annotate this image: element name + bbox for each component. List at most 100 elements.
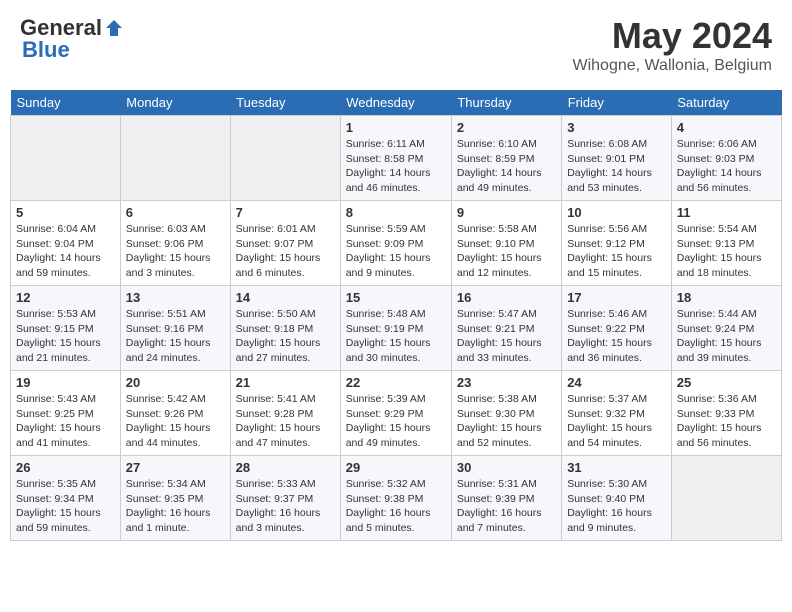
day-number: 30 (457, 460, 556, 475)
calendar-cell: 31Sunrise: 5:30 AM Sunset: 9:40 PM Dayli… (562, 456, 672, 541)
day-info: Sunrise: 5:59 AM Sunset: 9:09 PM Dayligh… (346, 222, 446, 281)
calendar-cell (11, 116, 121, 201)
day-number: 6 (126, 205, 225, 220)
day-info: Sunrise: 5:48 AM Sunset: 9:19 PM Dayligh… (346, 307, 446, 366)
day-info: Sunrise: 5:56 AM Sunset: 9:12 PM Dayligh… (567, 222, 666, 281)
day-info: Sunrise: 5:38 AM Sunset: 9:30 PM Dayligh… (457, 392, 556, 451)
calendar-header-monday: Monday (120, 90, 230, 116)
calendar-cell: 2Sunrise: 6:10 AM Sunset: 8:59 PM Daylig… (451, 116, 561, 201)
day-number: 1 (346, 120, 446, 135)
day-number: 21 (236, 375, 335, 390)
calendar-header-saturday: Saturday (671, 90, 781, 116)
day-number: 23 (457, 375, 556, 390)
day-info: Sunrise: 5:46 AM Sunset: 9:22 PM Dayligh… (567, 307, 666, 366)
day-number: 7 (236, 205, 335, 220)
logo-blue-text: Blue (22, 37, 70, 63)
day-number: 15 (346, 290, 446, 305)
day-info: Sunrise: 5:35 AM Sunset: 9:34 PM Dayligh… (16, 477, 115, 536)
day-info: Sunrise: 5:36 AM Sunset: 9:33 PM Dayligh… (677, 392, 776, 451)
calendar-cell: 15 Sunrise: 5:48 AM Sunset: 9:19 PM Dayli… (340, 286, 451, 371)
day-number: 17 (567, 290, 666, 305)
day-number: 13 (126, 290, 225, 305)
month-title: May 2024 (573, 15, 773, 57)
calendar-cell: 8Sunrise: 5:59 AM Sunset: 9:09 PM Daylig… (340, 201, 451, 286)
calendar-cell: 22Sunrise: 5:39 AM Sunset: 9:29 PM Dayli… (340, 371, 451, 456)
calendar-cell: 17 Sunrise: 5:46 AM Sunset: 9:22 PM Dayli… (562, 286, 672, 371)
day-info: Sunrise: 6:04 AM Sunset: 9:04 PM Dayligh… (16, 222, 115, 281)
calendar-cell: 11 Sunrise: 5:54 AM Sunset: 9:13 PM Dayli… (671, 201, 781, 286)
day-number: 29 (346, 460, 446, 475)
calendar-cell: 19 Sunrise: 5:43 AM Sunset: 9:25 PM Dayli… (11, 371, 121, 456)
calendar-cell: 28Sunrise: 5:33 AM Sunset: 9:37 PM Dayli… (230, 456, 340, 541)
calendar-cell: 6Sunrise: 6:03 AM Sunset: 9:06 PM Daylig… (120, 201, 230, 286)
header: General Blue May 2024 Wihogne, Wallonia,… (10, 10, 782, 80)
day-number: 14 (236, 290, 335, 305)
day-number: 4 (677, 120, 776, 135)
calendar-cell: 5 Sunrise: 6:04 AM Sunset: 9:04 PM Daylig… (11, 201, 121, 286)
calendar-header-tuesday: Tuesday (230, 90, 340, 116)
calendar-header-sunday: Sunday (11, 90, 121, 116)
day-number: 9 (457, 205, 556, 220)
calendar-cell: 14 Sunrise: 5:50 AM Sunset: 9:18 PM Dayli… (230, 286, 340, 371)
day-info: Sunrise: 5:30 AM Sunset: 9:40 PM Dayligh… (567, 477, 666, 536)
day-info: Sunrise: 5:41 AM Sunset: 9:28 PM Dayligh… (236, 392, 335, 451)
day-number: 20 (126, 375, 225, 390)
calendar-cell (230, 116, 340, 201)
calendar-cell: 10 Sunrise: 5:56 AM Sunset: 9:12 PM Dayli… (562, 201, 672, 286)
day-info: Sunrise: 6:08 AM Sunset: 9:01 PM Dayligh… (567, 137, 666, 196)
day-number: 11 (677, 205, 776, 220)
logo: General Blue (20, 15, 124, 63)
day-number: 3 (567, 120, 666, 135)
calendar-cell: 4 Sunrise: 6:06 AM Sunset: 9:03 PM Daylig… (671, 116, 781, 201)
calendar-header-row: SundayMondayTuesdayWednesdayThursdayFrid… (11, 90, 782, 116)
day-number: 25 (677, 375, 776, 390)
calendar-week-row: 1 Sunrise: 6:11 AM Sunset: 8:58 PM Daylig… (11, 116, 782, 201)
day-number: 28 (236, 460, 335, 475)
calendar-cell: 27Sunrise: 5:34 AM Sunset: 9:35 PM Dayli… (120, 456, 230, 541)
day-info: Sunrise: 5:44 AM Sunset: 9:24 PM Dayligh… (677, 307, 776, 366)
calendar-cell: 12 Sunrise: 5:53 AM Sunset: 9:15 PM Dayli… (11, 286, 121, 371)
calendar: SundayMondayTuesdayWednesdayThursdayFrid… (10, 90, 782, 541)
calendar-cell: 25 Sunrise: 5:36 AM Sunset: 9:33 PM Dayli… (671, 371, 781, 456)
calendar-week-row: 19 Sunrise: 5:43 AM Sunset: 9:25 PM Dayli… (11, 371, 782, 456)
calendar-cell: 3 Sunrise: 6:08 AM Sunset: 9:01 PM Daylig… (562, 116, 672, 201)
day-number: 18 (677, 290, 776, 305)
day-info: Sunrise: 5:58 AM Sunset: 9:10 PM Dayligh… (457, 222, 556, 281)
day-number: 10 (567, 205, 666, 220)
day-number: 5 (16, 205, 115, 220)
calendar-cell: 16 Sunrise: 5:47 AM Sunset: 9:21 PM Dayli… (451, 286, 561, 371)
calendar-cell: 1 Sunrise: 6:11 AM Sunset: 8:58 PM Daylig… (340, 116, 451, 201)
calendar-week-row: 5 Sunrise: 6:04 AM Sunset: 9:04 PM Daylig… (11, 201, 782, 286)
day-info: Sunrise: 5:47 AM Sunset: 9:21 PM Dayligh… (457, 307, 556, 366)
day-info: Sunrise: 5:43 AM Sunset: 9:25 PM Dayligh… (16, 392, 115, 451)
calendar-cell: 24Sunrise: 5:37 AM Sunset: 9:32 PM Dayli… (562, 371, 672, 456)
calendar-cell (671, 456, 781, 541)
day-number: 26 (16, 460, 115, 475)
calendar-cell: 26 Sunrise: 5:35 AM Sunset: 9:34 PM Dayli… (11, 456, 121, 541)
title-block: May 2024 Wihogne, Wallonia, Belgium (573, 15, 773, 75)
day-info: Sunrise: 5:50 AM Sunset: 9:18 PM Dayligh… (236, 307, 335, 366)
day-info: Sunrise: 5:34 AM Sunset: 9:35 PM Dayligh… (126, 477, 225, 536)
day-info: Sunrise: 5:53 AM Sunset: 9:15 PM Dayligh… (16, 307, 115, 366)
day-info: Sunrise: 5:31 AM Sunset: 9:39 PM Dayligh… (457, 477, 556, 536)
calendar-cell: 7Sunrise: 6:01 AM Sunset: 9:07 PM Daylig… (230, 201, 340, 286)
day-info: Sunrise: 6:06 AM Sunset: 9:03 PM Dayligh… (677, 137, 776, 196)
calendar-header-wednesday: Wednesday (340, 90, 451, 116)
day-number: 19 (16, 375, 115, 390)
calendar-cell (120, 116, 230, 201)
day-info: Sunrise: 6:10 AM Sunset: 8:59 PM Dayligh… (457, 137, 556, 196)
location: Wihogne, Wallonia, Belgium (573, 57, 773, 75)
calendar-cell: 29Sunrise: 5:32 AM Sunset: 9:38 PM Dayli… (340, 456, 451, 541)
calendar-cell: 30 Sunrise: 5:31 AM Sunset: 9:39 PM Dayli… (451, 456, 561, 541)
day-info: Sunrise: 6:11 AM Sunset: 8:58 PM Dayligh… (346, 137, 446, 196)
day-number: 12 (16, 290, 115, 305)
calendar-week-row: 26 Sunrise: 5:35 AM Sunset: 9:34 PM Dayli… (11, 456, 782, 541)
day-info: Sunrise: 5:54 AM Sunset: 9:13 PM Dayligh… (677, 222, 776, 281)
calendar-cell: 21 Sunrise: 5:41 AM Sunset: 9:28 PM Dayli… (230, 371, 340, 456)
day-number: 16 (457, 290, 556, 305)
day-info: Sunrise: 5:42 AM Sunset: 9:26 PM Dayligh… (126, 392, 225, 451)
day-number: 24 (567, 375, 666, 390)
calendar-week-row: 12 Sunrise: 5:53 AM Sunset: 9:15 PM Dayli… (11, 286, 782, 371)
day-info: Sunrise: 5:39 AM Sunset: 9:29 PM Dayligh… (346, 392, 446, 451)
calendar-cell: 9 Sunrise: 5:58 AM Sunset: 9:10 PM Daylig… (451, 201, 561, 286)
